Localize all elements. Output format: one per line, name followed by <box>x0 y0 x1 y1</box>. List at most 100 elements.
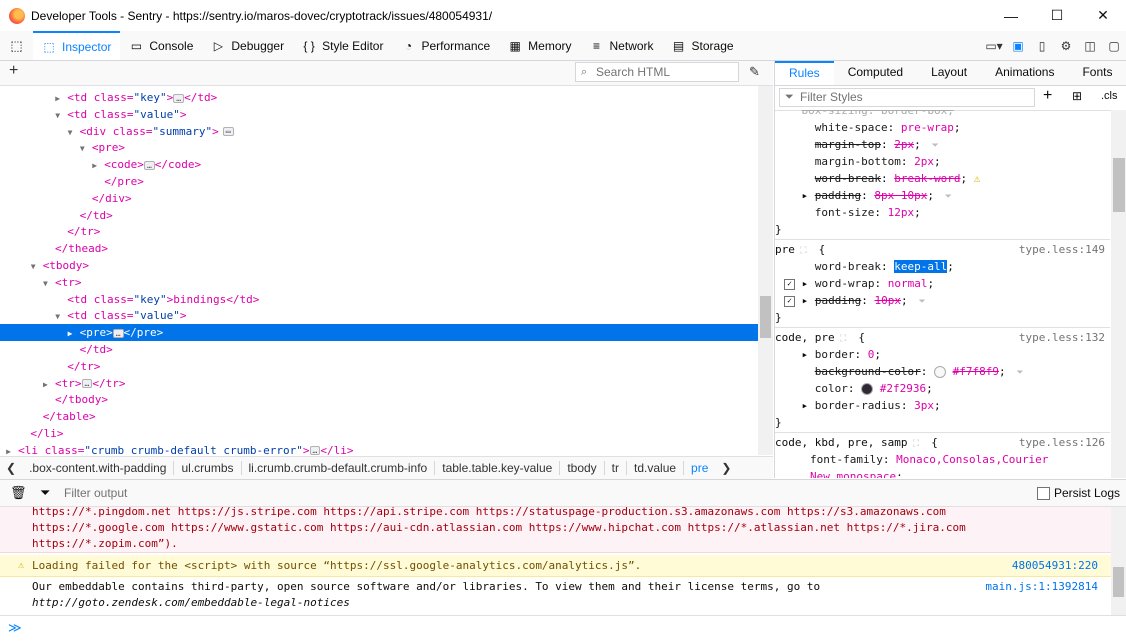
eyedropper-icon[interactable]: ✎ <box>749 64 760 80</box>
expand-arrow-icon[interactable]: ▼ <box>43 275 55 292</box>
filter-funnel-icon[interactable]: ⏷ <box>40 485 50 501</box>
console-scrollbar[interactable] <box>1111 507 1126 615</box>
markup-node[interactable]: ▼ <td class="value"> <box>0 106 758 123</box>
property-value[interactable]: #f7f8f9 <box>953 365 999 378</box>
tab-computed[interactable]: Computed <box>834 61 917 85</box>
property-name[interactable]: word-wrap <box>815 277 875 290</box>
expand-arrow-icon[interactable]: ▸ <box>802 294 815 307</box>
markup-node[interactable]: ▼ <div class="summary"> ▭ <box>0 123 758 140</box>
markup-node[interactable]: </tr> <box>0 358 758 375</box>
highlight-selector-icon[interactable]: ⛶ <box>907 439 924 449</box>
expand-arrow-icon[interactable]: ▶ <box>55 90 67 107</box>
property-value[interactable]: keep-all <box>894 260 948 273</box>
ellipsis-icon[interactable]: … <box>309 446 321 455</box>
selected-node[interactable]: ▶ <pre>… </pre> <box>0 324 758 342</box>
expand-arrow-icon[interactable]: ▸ <box>802 399 815 412</box>
phone-icon[interactable]: ▯ <box>1030 39 1054 53</box>
message-location-link[interactable]: 480054931:220 <box>1012 555 1098 577</box>
pseudo-class-toggle-icon[interactable]: ⊞ <box>1072 89 1082 103</box>
markup-node[interactable]: ▶ <code>… </code> <box>0 156 758 173</box>
property-value[interactable]: 2px <box>894 138 914 151</box>
settings-gear-icon[interactable]: ⚙ <box>1054 39 1078 53</box>
log-url-link[interactable]: http://goto.zendesk.com/embeddable-legal… <box>32 595 1111 611</box>
maximize-button[interactable]: ☐ <box>1034 0 1080 31</box>
rule-source-link[interactable]: type.less:149 <box>1019 241 1105 258</box>
filter-output-input[interactable]: Filter output <box>64 486 127 500</box>
expand-arrow-icon[interactable]: ▼ <box>31 258 43 275</box>
breadcrumb-item[interactable]: ul.crumbs <box>174 461 242 475</box>
markup-node[interactable]: </pre> <box>0 173 758 190</box>
property-value[interactable]: 10px <box>874 294 901 307</box>
tab-network[interactable]: ≡ Network <box>581 31 663 60</box>
property-name[interactable]: border <box>815 348 855 361</box>
property-value[interactable]: break-word <box>894 172 960 185</box>
markup-node[interactable]: ▼ <pre> <box>0 139 758 156</box>
tab-layout[interactable]: Layout <box>917 61 981 85</box>
rules-scrollbar[interactable] <box>1111 110 1126 478</box>
selector[interactable]: code, kbd, pre, samp <box>775 436 907 449</box>
expand-arrow-icon[interactable]: ▼ <box>68 124 80 141</box>
event-badge-icon[interactable]: ▭ <box>222 127 234 137</box>
console-input[interactable]: ≫ <box>0 615 1126 642</box>
breadcrumb-left-arrow-icon[interactable]: ❮ <box>0 461 22 475</box>
expand-arrow-icon[interactable]: ▼ <box>55 308 67 325</box>
property-name[interactable]: font-family <box>810 453 883 466</box>
property-value[interactable]: pre-wrap <box>901 121 954 134</box>
persist-logs-box[interactable] <box>1036 486 1050 500</box>
property-name[interactable]: white-space <box>815 121 888 134</box>
markup-scrollbar[interactable] <box>758 86 773 455</box>
cls-toggle[interactable]: .cls <box>1101 90 1118 102</box>
markup-node[interactable]: </tr> <box>0 223 758 240</box>
property-value[interactable]: 12px <box>888 206 915 219</box>
selector[interactable]: code, pre <box>775 331 835 344</box>
filter-styles-input[interactable]: ⏷ Filter Styles <box>779 88 1035 107</box>
close-button[interactable]: ✕ <box>1080 0 1126 31</box>
property-name[interactable]: font-size <box>815 206 875 219</box>
filter-rule-icon[interactable]: ⏷ <box>908 297 925 307</box>
expand-arrow-icon[interactable]: ▶ <box>6 443 18 455</box>
expand-arrow-icon[interactable]: ▼ <box>80 140 92 157</box>
tab-console[interactable]: ▭ Console <box>120 31 202 60</box>
markup-node[interactable]: ▶ <li class="crumb crumb-default crumb-er… <box>0 442 758 455</box>
expand-arrow-icon[interactable]: ▶ <box>68 325 80 342</box>
markup-node[interactable]: ▶ <tr>… </tr> <box>0 375 758 392</box>
ellipsis-icon[interactable]: … <box>143 160 155 170</box>
tab-style-editor[interactable]: { } Style Editor <box>293 31 392 60</box>
property-name[interactable]: padding <box>815 294 861 307</box>
breadcrumb-item[interactable]: table.table.key-value <box>435 461 561 475</box>
property-value[interactable]: 2px <box>914 155 934 168</box>
color-swatch-icon[interactable] <box>861 383 874 395</box>
add-rule-icon[interactable]: + <box>1043 87 1052 105</box>
breadcrumb-right-arrow-icon[interactable]: ❯ <box>715 461 737 475</box>
expand-arrow-icon[interactable]: ▶ <box>43 376 55 393</box>
markup-node[interactable]: </div> <box>0 190 758 207</box>
dock-side-icon[interactable]: ◫ <box>1078 39 1102 53</box>
property-name[interactable]: background-color <box>815 365 921 378</box>
enable-checkbox[interactable]: ✓ <box>784 295 795 307</box>
property-value[interactable]: normal <box>888 277 928 290</box>
property-name[interactable]: margin-top <box>815 138 881 151</box>
tab-rules[interactable]: Rules <box>775 61 834 85</box>
breadcrumb-item[interactable]: li.crumb.crumb-default.crumb-info <box>242 461 436 475</box>
markup-node[interactable]: ▶ <td class="key">… </td> <box>0 89 758 106</box>
filter-rule-icon[interactable]: ⏷ <box>934 192 952 202</box>
tab-inspector[interactable]: ⬚ Inspector <box>33 31 121 60</box>
markup-node[interactable]: </table> <box>0 408 758 425</box>
element-picker-icon[interactable]: ⬚ <box>0 31 33 60</box>
property-name[interactable]: border-radius <box>815 399 901 412</box>
tab-debugger[interactable]: ▷ Debugger <box>202 31 293 60</box>
responsive-design-icon[interactable]: ▣ <box>1006 39 1030 53</box>
property-value[interactable]: 8px 10px <box>874 189 927 202</box>
color-swatch-icon[interactable] <box>933 366 946 378</box>
property-name[interactable]: color <box>815 382 848 395</box>
breadcrumb-item[interactable]: td.value <box>627 461 685 475</box>
breadcrumb-item[interactable]: tr <box>605 461 628 475</box>
tab-fonts[interactable]: Fonts <box>1068 61 1126 85</box>
enable-checkbox[interactable]: ✓ <box>784 278 795 290</box>
breadcrumb-item[interactable]: .box-content.with-padding <box>22 461 175 475</box>
tab-storage[interactable]: ▤ Storage <box>663 31 743 60</box>
property-name[interactable]: word-break <box>815 260 881 273</box>
rule-source-link[interactable]: type.less:132 <box>1019 329 1105 346</box>
rule-source-link[interactable]: type.less:126 <box>1019 434 1105 451</box>
highlight-selector-icon[interactable]: ⛶ <box>835 334 852 344</box>
